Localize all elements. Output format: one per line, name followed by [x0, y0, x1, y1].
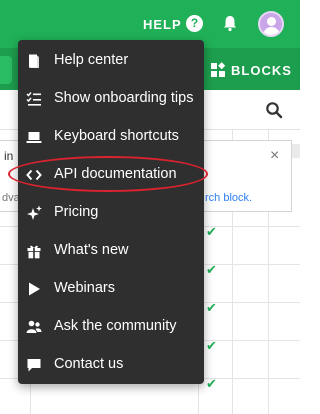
question-circle-icon[interactable]: ?	[186, 15, 203, 32]
panel-text: in	[4, 149, 14, 163]
menu-item-onboarding-tips[interactable]: Show onboarding tips	[18, 80, 204, 118]
blocks-button[interactable]: BLOCKS	[210, 60, 292, 80]
menu-item-label: Pricing	[54, 204, 99, 220]
chat-icon	[27, 359, 41, 372]
gift-icon	[27, 245, 41, 259]
menu-item-ask-community[interactable]: Ask the community	[18, 308, 204, 346]
panel-link[interactable]: rch block.	[205, 192, 252, 204]
menu-item-contact-us[interactable]: Contact us	[18, 346, 204, 384]
menu-item-label: Help center	[54, 52, 129, 68]
checkmark-icon: ✔	[206, 262, 217, 277]
table-tab[interactable]	[0, 56, 12, 84]
search-icon[interactable]	[265, 101, 283, 119]
menu-item-label: Show onboarding tips	[54, 90, 194, 106]
menu-item-pricing[interactable]: Pricing	[18, 194, 204, 232]
community-icon	[26, 320, 42, 333]
checkmark-icon: ✔	[206, 300, 217, 315]
book-icon	[29, 54, 39, 68]
menu-item-whats-new[interactable]: What's new	[18, 232, 204, 270]
menu-item-help-center[interactable]: Help center	[18, 42, 204, 80]
user-avatar-icon[interactable]	[258, 11, 284, 37]
menu-item-webinars[interactable]: Webinars	[18, 270, 204, 308]
checklist-icon	[26, 92, 41, 106]
menu-item-label: Contact us	[54, 356, 124, 372]
sparkle-icon	[27, 205, 42, 220]
menu-item-keyboard-shortcuts[interactable]: Keyboard shortcuts	[18, 118, 204, 156]
blocks-icon	[211, 62, 226, 77]
checkmark-icon: ✔	[206, 224, 217, 239]
help-menu: Help center Show onboarding tips Keyboar…	[18, 40, 204, 384]
blocks-label: BLOCKS	[231, 62, 292, 78]
bell-icon[interactable]	[221, 14, 239, 32]
help-button-label[interactable]: HELP	[143, 17, 182, 32]
close-icon[interactable]: ×	[270, 147, 279, 165]
checkmark-icon: ✔	[206, 376, 217, 391]
menu-item-label: Webinars	[54, 280, 115, 296]
menu-item-label: What's new	[54, 242, 129, 258]
menu-item-label: Keyboard shortcuts	[54, 128, 179, 144]
laptop-icon	[26, 132, 42, 143]
play-icon	[29, 282, 40, 296]
highlight-annotation	[8, 156, 208, 192]
menu-item-label: Ask the community	[54, 318, 177, 334]
checkmark-icon: ✔	[206, 338, 217, 353]
scroll-right-arrow[interactable]	[292, 144, 300, 158]
